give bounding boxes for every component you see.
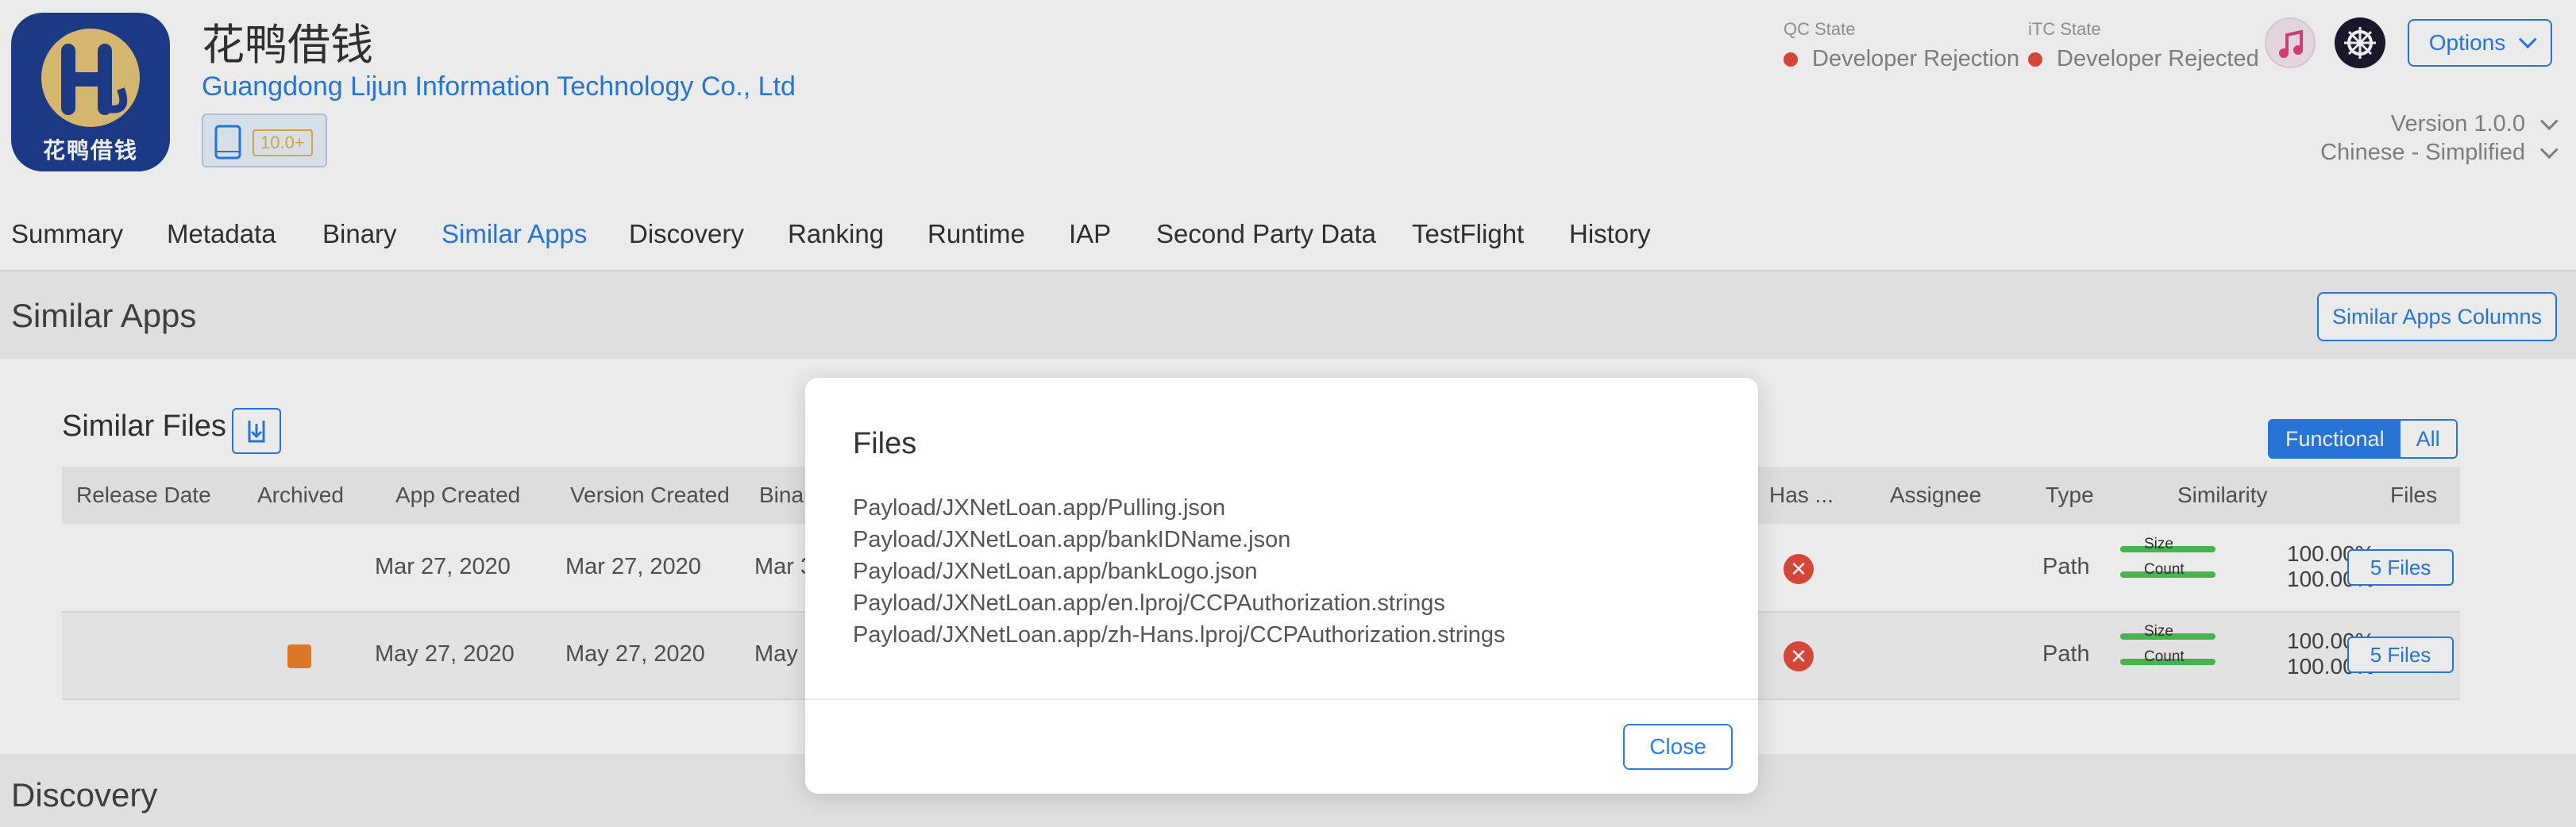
app-page: 花鸭借钱 花鸭借钱 Guangdong Lijun Information Te… bbox=[0, 0, 2576, 827]
file-item: Payload/JXNetLoan.app/bankLogo.json bbox=[853, 559, 1258, 584]
file-list: Payload/JXNetLoan.app/Pulling.json Paylo… bbox=[853, 492, 1506, 651]
file-item: Payload/JXNetLoan.app/en.lproj/CCPAuthor… bbox=[853, 590, 1445, 616]
file-item: Payload/JXNetLoan.app/bankIDName.json bbox=[853, 527, 1291, 552]
divider bbox=[805, 698, 1758, 700]
files-modal: Files Payload/JXNetLoan.app/Pulling.json… bbox=[805, 378, 1758, 794]
file-item: Payload/JXNetLoan.app/Pulling.json bbox=[853, 495, 1226, 521]
close-button[interactable]: Close bbox=[1623, 724, 1733, 770]
file-item: Payload/JXNetLoan.app/zh-Hans.lproj/CCPA… bbox=[853, 622, 1506, 648]
modal-title: Files bbox=[853, 427, 917, 460]
